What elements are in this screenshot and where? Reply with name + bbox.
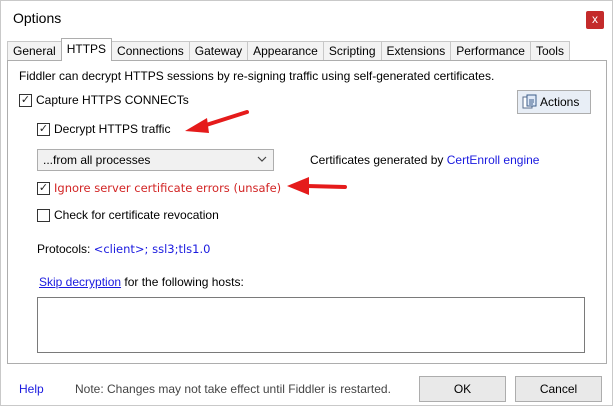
decrypt-https-option[interactable]: ✓ Decrypt HTTPS traffic — [37, 122, 170, 136]
tab-tools[interactable]: Tools — [529, 41, 570, 61]
window-title: Options — [13, 10, 62, 26]
protocols-label: Protocols: — [37, 242, 94, 256]
skip-decryption-row: Skip decryption for the following hosts: — [39, 275, 244, 289]
help-link[interactable]: Help — [19, 382, 44, 396]
decrypt-https-checkbox[interactable]: ✓ — [37, 122, 50, 136]
restart-note: Note: Changes may not take effect until … — [75, 382, 391, 396]
actions-button[interactable]: Actions — [517, 90, 591, 114]
cancel-button[interactable]: Cancel — [515, 376, 602, 402]
ignore-cert-errors-checkbox[interactable]: ✓ — [37, 181, 50, 195]
chevron-down-icon — [257, 156, 267, 162]
skip-decryption-suffix: for the following hosts: — [121, 275, 244, 289]
tab-connections[interactable]: Connections — [111, 41, 190, 61]
protocols-row: Protocols: <client>; ssl3;tls1.0 — [37, 242, 210, 256]
tab-general[interactable]: General — [7, 41, 62, 61]
capture-https-option[interactable]: ✓ Capture HTTPS CONNECTs — [19, 93, 189, 107]
process-filter-dropdown[interactable]: ...from all processes — [37, 149, 274, 171]
ignore-cert-errors-label: Ignore server certificate errors (unsafe… — [54, 181, 282, 195]
tab-extensions[interactable]: Extensions — [380, 41, 452, 61]
ok-button[interactable]: OK — [419, 376, 506, 402]
decrypt-https-label: Decrypt HTTPS traffic — [54, 122, 171, 136]
check-icon: ✓ — [38, 181, 49, 194]
cert-revocation-option[interactable]: Check for certificate revocation — [37, 208, 219, 222]
tab-scripting[interactable]: Scripting — [322, 41, 382, 61]
close-icon: x — [592, 12, 598, 26]
https-panel: Fiddler can decrypt HTTPS sessions by re… — [7, 60, 607, 364]
capture-https-label: Capture HTTPS CONNECTs — [36, 93, 189, 107]
tab-https[interactable]: HTTPS — [60, 38, 113, 61]
check-icon: ✓ — [38, 122, 49, 135]
options-dialog: Options x General HTTPS Connections Gate… — [0, 0, 613, 406]
protocols-value-link[interactable]: <client>; ssl3;tls1.0 — [94, 242, 211, 256]
cert-revocation-checkbox[interactable] — [37, 208, 50, 222]
tab-performance[interactable]: Performance — [450, 41, 531, 61]
check-icon: ✓ — [20, 93, 31, 106]
close-button[interactable]: x — [586, 11, 604, 29]
skip-hosts-textarea[interactable] — [37, 297, 585, 353]
process-filter-value: ...from all processes — [43, 153, 151, 167]
cert-generator-text: Certificates generated by CertEnroll eng… — [310, 153, 539, 167]
tab-strip: General HTTPS Connections Gateway Appear… — [7, 38, 570, 61]
actions-icon — [522, 94, 537, 109]
cert-generator-label: Certificates generated by — [310, 153, 447, 167]
title-bar: Options x — [1, 1, 612, 37]
skip-decryption-link[interactable]: Skip decryption — [39, 275, 121, 289]
https-description: Fiddler can decrypt HTTPS sessions by re… — [19, 69, 495, 83]
actions-label: Actions — [540, 95, 580, 109]
cert-engine-link[interactable]: CertEnroll engine — [447, 153, 540, 167]
red-arrow-icon — [287, 177, 347, 195]
tab-gateway[interactable]: Gateway — [188, 41, 249, 61]
cert-revocation-label: Check for certificate revocation — [54, 208, 219, 222]
ignore-cert-errors-option[interactable]: ✓ Ignore server certificate errors (unsa… — [37, 181, 281, 195]
capture-https-checkbox[interactable]: ✓ — [19, 93, 32, 107]
tab-appearance[interactable]: Appearance — [247, 41, 324, 61]
red-arrow-icon — [185, 110, 249, 133]
